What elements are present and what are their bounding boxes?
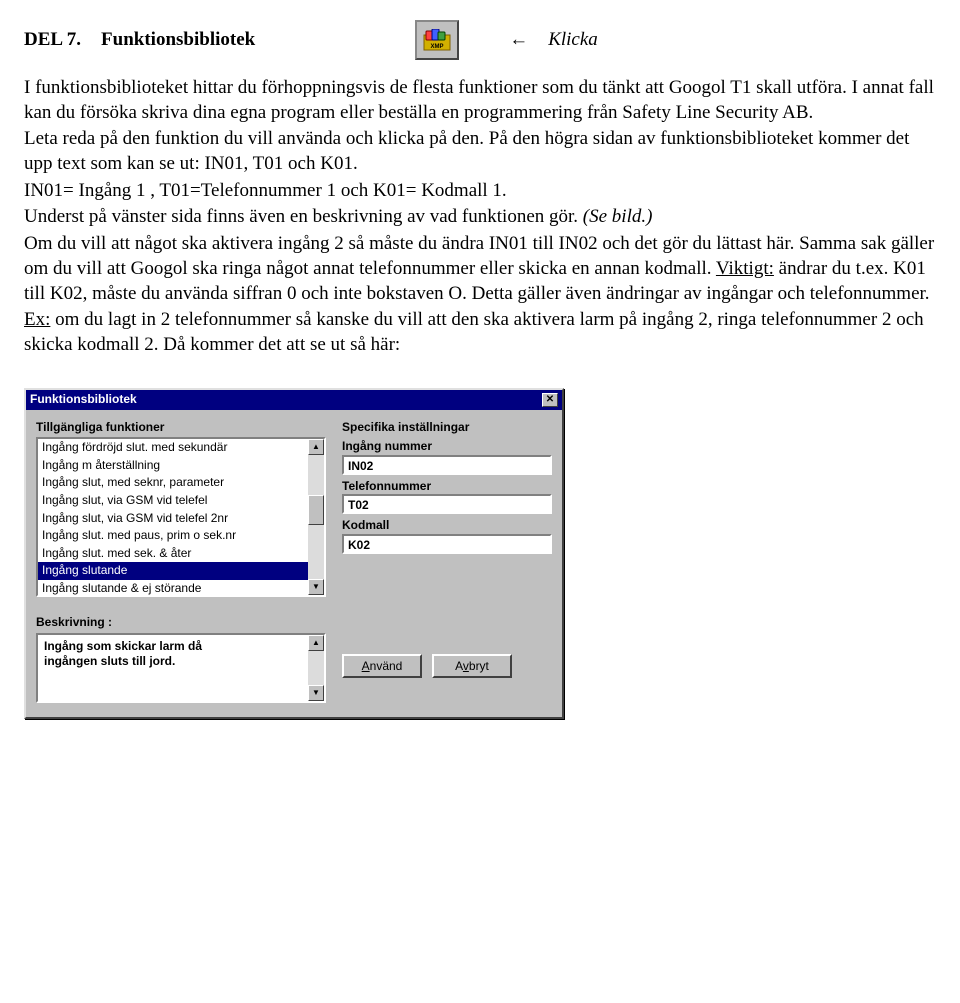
ingang-input[interactable]: IN02 xyxy=(342,455,552,475)
part-number: DEL 7. xyxy=(24,28,81,53)
paragraph-2: Leta reda på den funktion du vill använd… xyxy=(24,127,936,176)
function-library-dialog: Funktionsbibliotek ✕ Tillgängliga funkti… xyxy=(24,388,564,719)
specific-settings-label: Specifika inställningar xyxy=(342,420,552,436)
desc-scroll-down-icon[interactable]: ▼ xyxy=(308,685,324,701)
tel-input[interactable]: T02 xyxy=(342,494,552,514)
paragraph-3: IN01= Ingång 1 , T01=Telefonnummer 1 och… xyxy=(24,179,936,204)
description-box: Ingång som skickar larm då ingången slut… xyxy=(36,633,326,703)
list-item[interactable]: Ingång slut, via GSM vid telefel xyxy=(38,492,308,510)
list-item[interactable]: Ingång m återställning xyxy=(38,457,308,475)
description-text: Ingång som skickar larm då ingången slut… xyxy=(44,639,244,670)
list-item[interactable]: Ingång slut. med sek. & åter xyxy=(38,545,308,563)
dialog-titlebar[interactable]: Funktionsbibliotek ✕ xyxy=(26,390,562,410)
body-text: I funktionsbiblioteket hittar du förhopp… xyxy=(24,76,936,358)
paragraph-4: Underst på vänster sida finns även en be… xyxy=(24,205,936,230)
list-item[interactable]: Ingång slut. med paus, prim o sek.nr xyxy=(38,527,308,545)
paragraph-5: Om du vill att något ska aktivera ingång… xyxy=(24,232,936,306)
tel-label: Telefonnummer xyxy=(342,479,552,495)
paragraph-1: I funktionsbiblioteket hittar du förhopp… xyxy=(24,76,936,125)
functions-listbox[interactable]: Ingång fördröjd slut. med sekundärIngång… xyxy=(36,437,326,597)
list-item[interactable]: Ingång fördröjd slut. med sekundär xyxy=(38,439,308,457)
description-label: Beskrivning : xyxy=(36,615,326,631)
ingang-label: Ingång nummer xyxy=(342,439,552,455)
svg-text:XMP: XMP xyxy=(431,44,444,50)
cancel-button[interactable]: Avbryt xyxy=(432,654,512,678)
desc-scroll-up-icon[interactable]: ▲ xyxy=(308,635,324,651)
list-item[interactable]: Ingång slut, via GSM vid telefel 2nr xyxy=(38,510,308,528)
klicka-label: Klicka xyxy=(548,28,598,53)
scroll-down-icon[interactable]: ▼ xyxy=(308,579,324,595)
scroll-thumb[interactable] xyxy=(308,495,324,525)
list-item[interactable]: Ingång slut, med seknr, parameter xyxy=(38,474,308,492)
available-functions-label: Tillgängliga funktioner xyxy=(36,420,326,436)
use-button[interactable]: Använd xyxy=(342,654,422,678)
kod-input[interactable]: K02 xyxy=(342,534,552,554)
kod-label: Kodmall xyxy=(342,518,552,534)
close-icon[interactable]: ✕ xyxy=(542,393,558,407)
scrollbar[interactable]: ▲ ▼ xyxy=(308,439,324,595)
xmp-icon: XMP xyxy=(415,20,459,60)
dialog-title: Funktionsbibliotek xyxy=(30,392,137,408)
list-item[interactable]: Ingång slutande xyxy=(38,562,308,580)
list-item[interactable]: Ingång slutande & ej störande xyxy=(38,580,308,595)
section-title: Funktionsbibliotek xyxy=(101,28,255,53)
scroll-up-icon[interactable]: ▲ xyxy=(308,439,324,455)
paragraph-6: Ex: om du lagt in 2 telefonnummer så kan… xyxy=(24,308,936,357)
section-header: DEL 7. Funktionsbibliotek XMP ← Klicka xyxy=(24,20,936,60)
arrow-left-icon: ← xyxy=(509,28,528,53)
